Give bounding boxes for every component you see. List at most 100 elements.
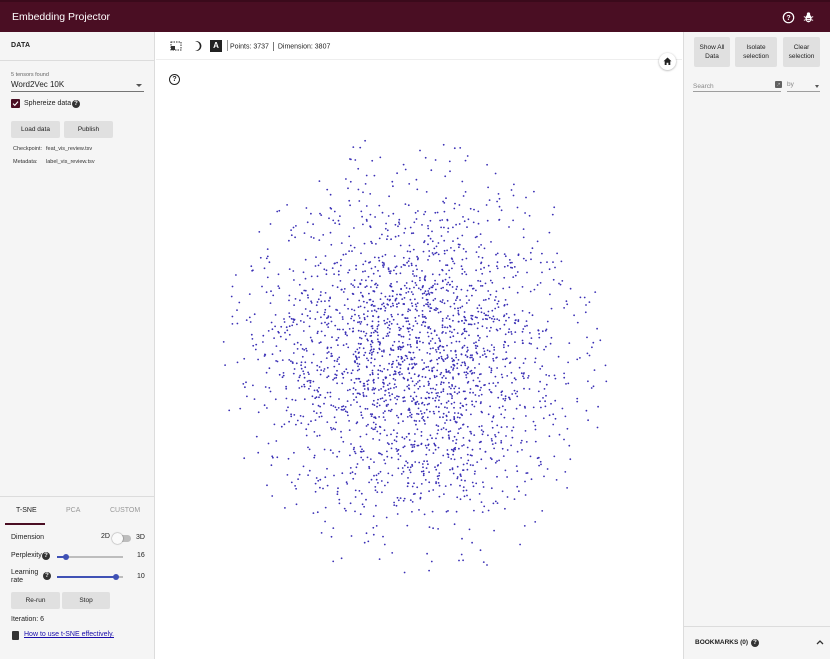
data-point[interactable] [445, 368, 447, 371]
data-point[interactable] [456, 362, 459, 365]
data-point[interactable] [340, 258, 342, 261]
data-point[interactable] [337, 336, 340, 339]
data-point[interactable] [461, 537, 463, 540]
data-point[interactable] [374, 486, 377, 488]
data-point[interactable] [442, 346, 445, 348]
data-point[interactable] [429, 310, 431, 313]
data-point[interactable] [305, 350, 308, 352]
data-point[interactable] [296, 348, 299, 350]
data-point[interactable] [511, 381, 513, 384]
data-point[interactable] [505, 313, 508, 315]
data-point[interactable] [452, 335, 455, 338]
data-point[interactable] [494, 385, 497, 387]
data-point[interactable] [494, 500, 497, 503]
data-point[interactable] [359, 323, 362, 325]
data-point[interactable] [361, 503, 364, 506]
data-point[interactable] [341, 472, 344, 475]
data-point[interactable] [439, 300, 442, 303]
data-point[interactable] [359, 380, 362, 383]
data-point[interactable] [358, 317, 361, 319]
data-point[interactable] [379, 397, 382, 400]
data-point[interactable] [363, 541, 366, 544]
data-point[interactable] [408, 363, 411, 366]
data-point[interactable] [402, 345, 405, 348]
data-point[interactable] [434, 342, 437, 344]
data-point[interactable] [236, 361, 239, 364]
data-point[interactable] [349, 204, 351, 207]
data-point[interactable] [455, 442, 457, 445]
data-point[interactable] [390, 238, 392, 241]
data-point[interactable] [264, 353, 266, 356]
data-point[interactable] [455, 510, 458, 513]
data-point[interactable] [370, 279, 373, 282]
data-point[interactable] [435, 245, 438, 248]
data-point[interactable] [449, 430, 452, 432]
data-point[interactable] [465, 257, 468, 260]
data-point[interactable] [310, 275, 313, 278]
data-point[interactable] [373, 305, 376, 307]
data-point[interactable] [360, 456, 363, 459]
data-point[interactable] [462, 332, 464, 335]
tab-tsne[interactable]: T-SNE [16, 507, 37, 514]
data-point[interactable] [510, 371, 513, 374]
data-point[interactable] [546, 320, 549, 323]
data-point[interactable] [458, 416, 461, 419]
data-point[interactable] [360, 337, 363, 340]
data-point[interactable] [435, 481, 437, 483]
isolate-selection-button[interactable]: Isolate selection [735, 37, 777, 67]
data-point[interactable] [303, 232, 306, 235]
data-point[interactable] [288, 294, 291, 297]
data-point[interactable] [480, 307, 483, 310]
data-point[interactable] [352, 327, 354, 330]
data-point[interactable] [428, 396, 431, 399]
data-point[interactable] [451, 280, 454, 283]
data-point[interactable] [378, 416, 380, 418]
data-point[interactable] [348, 235, 351, 238]
data-point[interactable] [371, 373, 374, 376]
data-point[interactable] [459, 306, 462, 309]
data-point[interactable] [432, 347, 434, 349]
data-point[interactable] [564, 471, 567, 473]
data-point[interactable] [483, 312, 486, 315]
data-point[interactable] [496, 502, 499, 504]
data-point[interactable] [364, 286, 367, 288]
data-point[interactable] [327, 315, 330, 318]
data-point[interactable] [311, 288, 314, 291]
data-point[interactable] [477, 322, 480, 324]
data-point[interactable] [375, 243, 377, 245]
data-point[interactable] [437, 348, 440, 350]
data-point[interactable] [438, 337, 440, 340]
data-point[interactable] [423, 385, 425, 387]
data-point[interactable] [417, 407, 420, 410]
data-point[interactable] [388, 409, 390, 412]
data-point[interactable] [466, 468, 469, 471]
data-point[interactable] [421, 375, 424, 378]
data-point[interactable] [435, 405, 438, 408]
data-point[interactable] [318, 386, 320, 389]
data-point[interactable] [459, 484, 461, 487]
data-point[interactable] [452, 319, 454, 322]
data-point[interactable] [381, 355, 384, 358]
data-point[interactable] [553, 206, 556, 209]
data-point[interactable] [540, 463, 542, 466]
data-point[interactable] [316, 301, 319, 303]
data-point[interactable] [270, 464, 273, 467]
data-point[interactable] [287, 457, 290, 460]
data-point[interactable] [367, 359, 370, 362]
data-point[interactable] [271, 328, 274, 331]
data-point[interactable] [504, 395, 507, 398]
data-point[interactable] [524, 407, 526, 409]
data-point[interactable] [468, 284, 471, 287]
data-point[interactable] [380, 480, 383, 482]
data-point[interactable] [417, 381, 419, 383]
data-point[interactable] [496, 252, 499, 255]
data-point[interactable] [387, 335, 390, 337]
data-point[interactable] [507, 344, 510, 347]
data-point[interactable] [358, 363, 361, 365]
data-point[interactable] [521, 339, 524, 342]
data-point[interactable] [462, 390, 465, 393]
data-point[interactable] [521, 310, 524, 312]
data-point[interactable] [315, 256, 317, 258]
data-point[interactable] [362, 330, 365, 333]
data-point[interactable] [316, 311, 319, 313]
